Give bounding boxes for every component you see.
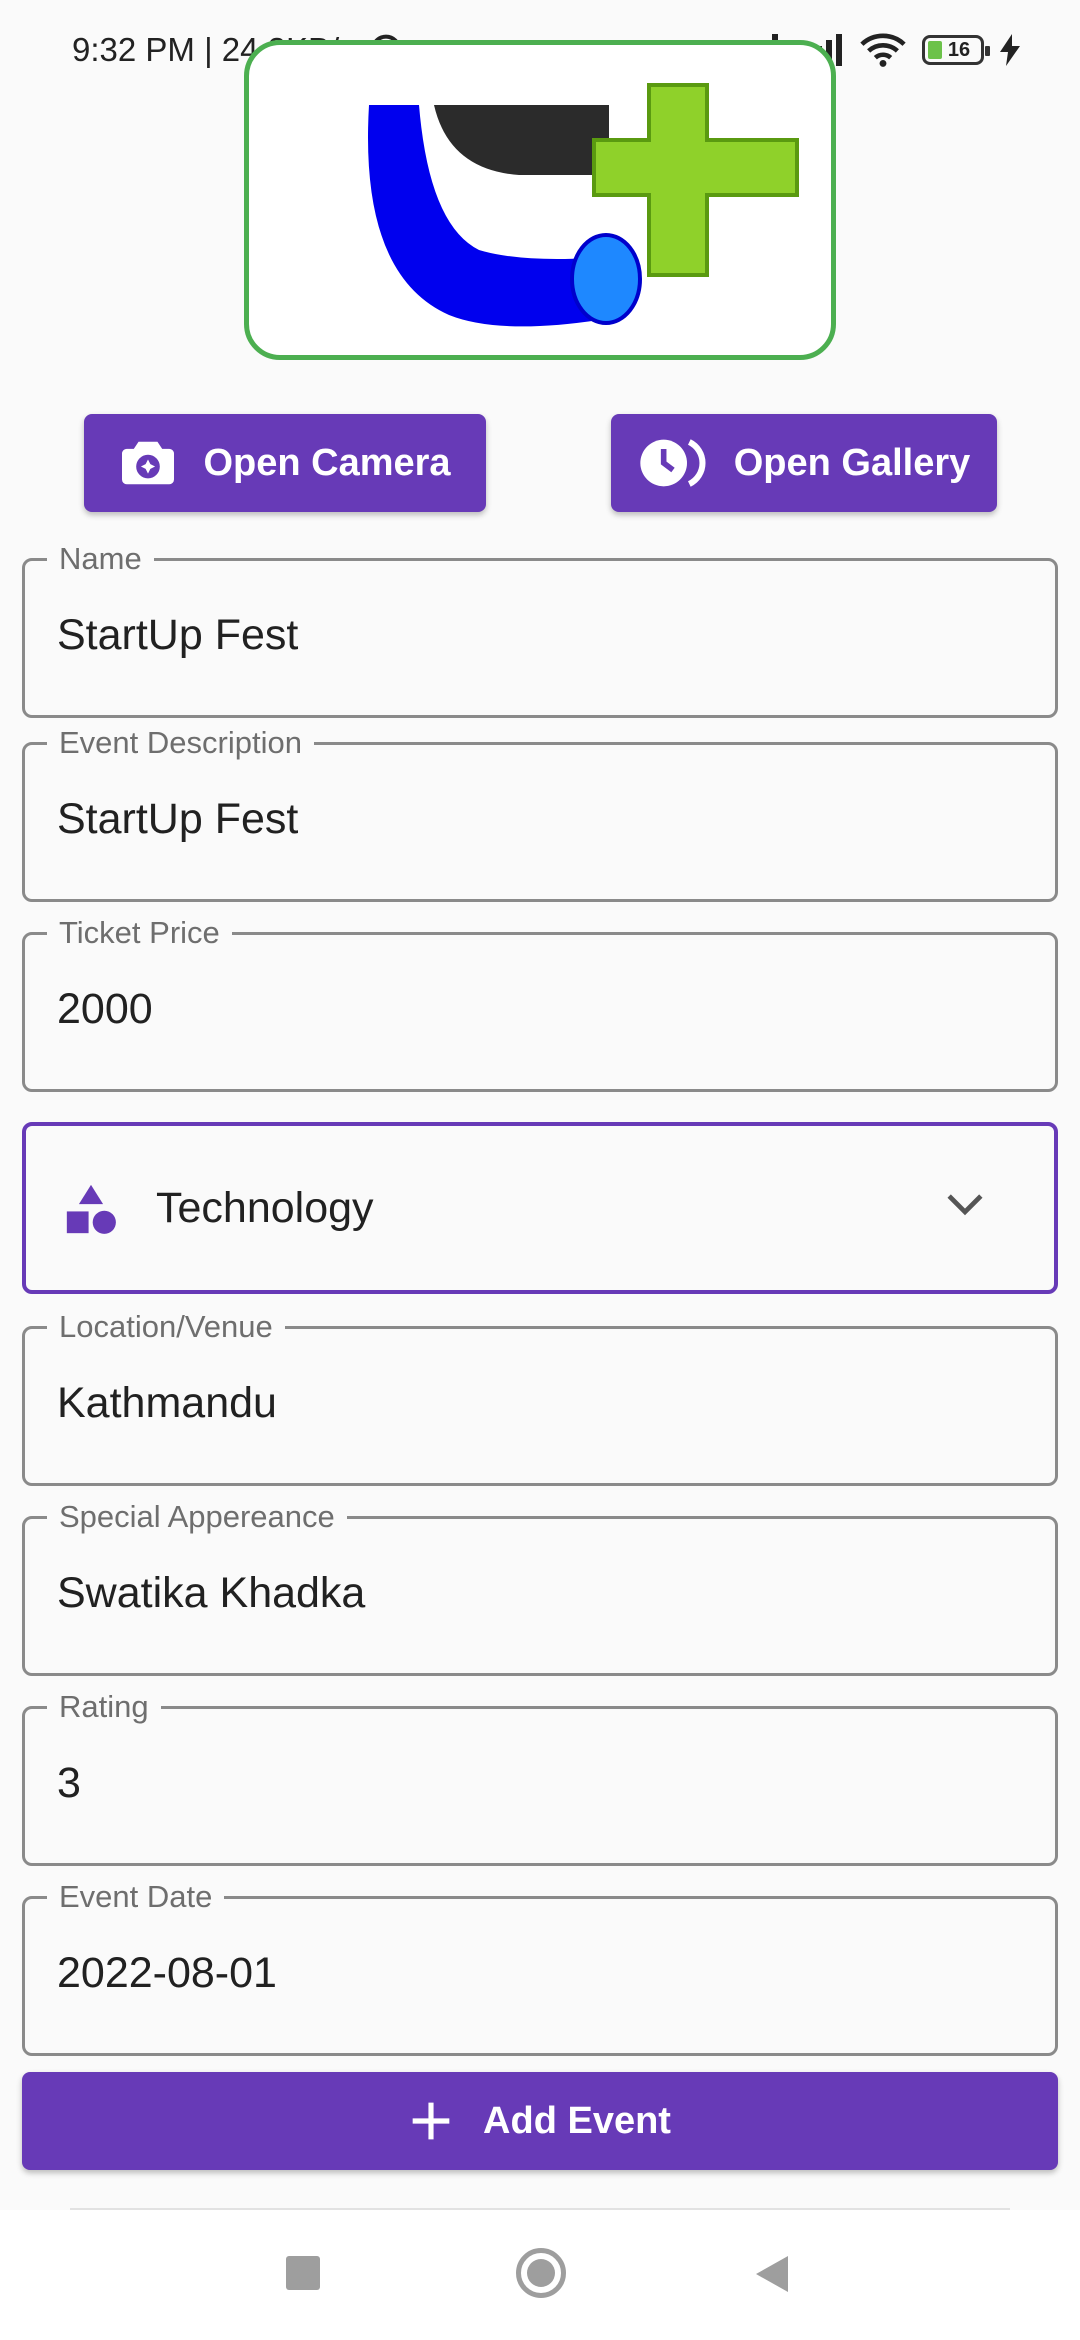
category-selected-value: Technology — [156, 1184, 374, 1232]
event-description-field[interactable]: Event Description StartUp Fest — [22, 723, 1058, 902]
rating-field[interactable]: Rating 3 — [22, 1687, 1058, 1866]
location-venue-value: Kathmandu — [57, 1379, 277, 1427]
wifi-icon — [860, 33, 906, 67]
special-appearance-field[interactable]: Special Appereance Swatika Khadka — [22, 1497, 1058, 1676]
name-label: Name — [47, 539, 154, 579]
rating-value: 3 — [57, 1759, 81, 1807]
ticket-price-label: Ticket Price — [47, 913, 232, 953]
ticket-price-field[interactable]: Ticket Price 2000 — [22, 913, 1058, 1092]
event-image-logo-icon — [368, 83, 799, 327]
back-icon[interactable] — [754, 2254, 790, 2294]
rating-label: Rating — [47, 1687, 161, 1727]
add-event-button[interactable]: Add Event — [22, 2072, 1058, 2170]
category-icon — [66, 1184, 116, 1234]
special-appearance-label: Special Appereance — [47, 1497, 347, 1537]
special-appearance-value: Swatika Khadka — [57, 1569, 366, 1617]
event-description-label: Event Description — [47, 723, 314, 763]
camera-icon — [122, 441, 175, 485]
event-date-value: 2022-08-01 — [57, 1949, 277, 1997]
battery-icon: 16 — [922, 35, 990, 65]
ticket-price-value: 2000 — [57, 985, 153, 1033]
open-gallery-label: Open Gallery — [733, 441, 971, 484]
charging-icon — [1000, 34, 1020, 66]
event-image-preview — [244, 40, 836, 360]
name-field[interactable]: Name StartUp Fest — [22, 539, 1058, 718]
recent-apps-icon[interactable] — [286, 2256, 320, 2290]
battery-level: 16 — [947, 38, 971, 61]
location-venue-label: Location/Venue — [47, 1307, 285, 1347]
name-value: StartUp Fest — [57, 611, 299, 659]
open-camera-label: Open Camera — [203, 441, 451, 484]
event-date-label: Event Date — [47, 1877, 225, 1917]
event-date-field[interactable]: Event Date 2022-08-01 — [22, 1877, 1058, 2056]
event-description-value: StartUp Fest — [57, 795, 299, 843]
chevron-down-icon — [947, 1194, 983, 1216]
home-icon[interactable] — [516, 2248, 566, 2298]
add-event-label: Add Event — [483, 2099, 671, 2142]
category-dropdown[interactable]: Technology — [22, 1122, 1058, 1294]
open-camera-button[interactable]: Open Camera — [84, 414, 486, 512]
gallery-icon — [640, 439, 706, 487]
open-gallery-button[interactable]: Open Gallery — [611, 414, 997, 512]
plus-icon — [412, 2102, 450, 2140]
location-venue-field[interactable]: Location/Venue Kathmandu — [22, 1307, 1058, 1486]
